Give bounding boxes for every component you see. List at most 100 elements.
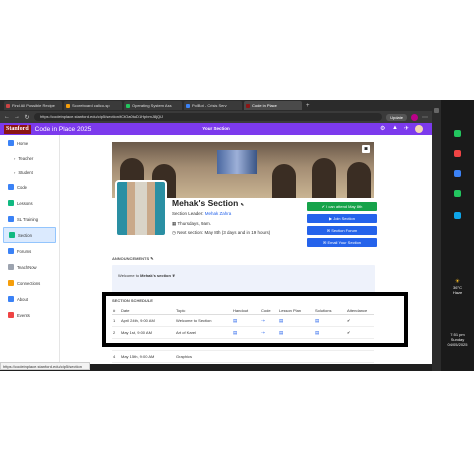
sidebar-item-lessons[interactable]: Lessons (0, 195, 59, 211)
lesson-plan-icon[interactable]: ▤ (279, 330, 315, 336)
edit-icon: ✎ (150, 256, 154, 261)
training-icon (8, 216, 14, 222)
solutions-icon[interactable]: ▤ (315, 342, 347, 348)
user-avatar[interactable] (415, 125, 423, 133)
app-icon[interactable] (454, 150, 461, 157)
browser-tab-bar: Find All Possible Recipe Scoreboard cali… (0, 100, 432, 111)
browser-side-rail (432, 100, 441, 371)
forums-icon (8, 248, 14, 254)
next-section: ◷ Next section: May 8th (3 days and in 1… (172, 230, 271, 235)
section-forum-button[interactable]: ✉ Section Forum (307, 226, 377, 235)
section-time: ▦ Thursdays, 9am. (172, 221, 211, 226)
events-icon (8, 312, 14, 318)
handout-icon[interactable]: ▤ (233, 342, 261, 348)
code-link-icon[interactable]: ⇢ (261, 318, 279, 324)
sidebar-item-events[interactable]: Events (0, 307, 59, 323)
attend-button[interactable]: ✔ I can attend May 8th (307, 202, 377, 211)
home-icon (8, 140, 14, 146)
edit-icon[interactable]: ✎ (241, 202, 244, 207)
email-section-button[interactable]: ✉ Email Your Section (307, 238, 377, 247)
app-icon[interactable] (454, 212, 461, 219)
sidebar-item-about[interactable]: About (0, 291, 59, 307)
reload-icon[interactable]: ↻ (24, 114, 30, 121)
about-icon (8, 296, 14, 302)
handout-icon[interactable]: ▤ (233, 330, 261, 336)
handout-icon[interactable]: ▤ (233, 318, 261, 324)
lesson-plan-icon[interactable]: ▤ (279, 342, 315, 348)
table-row: 2 May 1st, 9:00 AM Art of Karel ▤ ⇢ ▤ ▤ ✔ (112, 327, 374, 339)
browser-tab-active[interactable]: Code in Place (244, 101, 302, 110)
code-link-icon[interactable]: ⇢ (261, 342, 279, 348)
join-section-button[interactable]: ▶ Join Section (307, 214, 377, 223)
url-field[interactable]: https://codeinplace.stanford.edu/cip5/se… (34, 113, 383, 121)
sidebar-item-code[interactable]: Code (0, 179, 59, 195)
table-row: 4 May 15th, 9:00 AM Graphics (112, 351, 374, 363)
section-avatar-image (115, 180, 167, 237)
app-icon[interactable] (454, 190, 461, 197)
announcement-box: Welcome to Mehak's section ❦ (112, 265, 375, 293)
haze-icon: ☀ (454, 279, 461, 285)
notification-icon[interactable]: ▲ (392, 125, 398, 131)
page-title: Your Section (202, 126, 230, 131)
calendar-icon: ▦ (172, 221, 177, 226)
lesson-plan-icon[interactable]: ▤ (279, 318, 315, 324)
new-tab-icon[interactable]: + (306, 103, 310, 109)
section-title: Mehak's Section ✎ (172, 198, 244, 208)
teachnow-icon (8, 264, 14, 270)
browser-tab[interactable]: PolBot - Crisis Serv (184, 101, 242, 110)
screenshot-frame: Find All Possible Recipe Scoreboard cali… (0, 0, 474, 474)
browser-tab[interactable]: Operating System Ass (124, 101, 182, 110)
section-leader: Section Leader: Mehak Zahra (172, 211, 232, 216)
lessons-icon (8, 200, 14, 206)
table-header-row: # Date Topic Handout Code Lesson Plan Solution… (112, 306, 374, 315)
browser-tab[interactable]: Scoreboard calico-sp (64, 101, 122, 110)
sidebar: Home › Teacher › Student Code Lessons SL T… (0, 135, 60, 364)
forward-icon[interactable]: → (14, 114, 20, 120)
clock-icon: ◷ (172, 230, 176, 235)
sidebar-item-section[interactable]: Section (3, 227, 56, 243)
tab-favicon-icon (246, 103, 250, 108)
solutions-icon[interactable]: ▤ (315, 330, 347, 336)
code-icon (8, 184, 14, 190)
solutions-icon[interactable]: ▤ (315, 318, 347, 324)
announcements-heading: ANNOUNCEMENTS ✎ (112, 256, 154, 261)
clock[interactable]: 7:51 pm Sunday 04/05/2025 (441, 332, 474, 347)
update-button[interactable]: Update (386, 113, 407, 121)
sidebar-item-forums[interactable]: Forums (0, 243, 59, 259)
tab-favicon-icon (66, 103, 70, 108)
settings-icon[interactable]: ⚙ (380, 125, 385, 132)
status-url-preview: https://codeinplace.stanford.edu/cip5/se… (0, 362, 90, 370)
sidebar-item-student[interactable]: › Student (0, 165, 59, 179)
chevron-right-icon: › (14, 169, 16, 175)
sidebar-item-teachnow[interactable]: TeachNow (0, 259, 59, 275)
chevron-right-icon: › (14, 155, 16, 161)
tab-favicon-icon (6, 103, 10, 108)
section-icon (9, 232, 15, 238)
weather-widget[interactable]: ☀ 36°C Haze (441, 278, 474, 295)
app-icon[interactable] (454, 170, 461, 177)
tab-favicon-icon (186, 103, 190, 108)
schedule-heading: SECTION SCHEDULE (112, 298, 153, 303)
menu-icon[interactable]: ⋯ (422, 114, 428, 121)
table-row: 1 April 24th, 9:00 AM Welcome to Section ▤… (112, 315, 374, 327)
back-icon[interactable]: ← (4, 114, 10, 120)
section-leader-link[interactable]: Mehak Zahra (205, 211, 232, 216)
plant-icon: ❦ (172, 273, 176, 278)
main-content: ◙ Mehak's Section ✎ Section Leader: Meha… (60, 135, 432, 364)
sidebar-item-sl-training[interactable]: SL Training (0, 211, 59, 227)
taskbar-tray: ☀ 36°C Haze 7:51 pm Sunday 04/05/2025 (441, 100, 474, 371)
browser-tab[interactable]: Find All Possible Recipe (4, 101, 62, 110)
sidebar-item-connections[interactable]: Connections (0, 275, 59, 291)
app-icon[interactable] (454, 130, 461, 137)
camera-icon[interactable]: ◙ (362, 145, 370, 153)
app-header: Stanford Code in Place 2025 Your Section… (0, 123, 432, 135)
code-link-icon[interactable]: ⇢ (261, 330, 279, 336)
address-bar: ← → ↻ https://codeinplace.stanford.edu/c… (0, 111, 432, 123)
table-row: 3 May 8th, 9:00 AM Python Control Flow ▤ ⇢ ▤… (112, 339, 374, 351)
sidebar-item-home[interactable]: Home (0, 135, 59, 151)
schedule-table: # Date Topic Handout Code Lesson Plan Solution… (112, 306, 374, 363)
profile-avatar[interactable] (411, 113, 418, 121)
tab-favicon-icon (126, 103, 130, 108)
sidebar-item-teacher[interactable]: › Teacher (0, 151, 59, 165)
rocket-icon[interactable]: ✈ (404, 125, 409, 132)
